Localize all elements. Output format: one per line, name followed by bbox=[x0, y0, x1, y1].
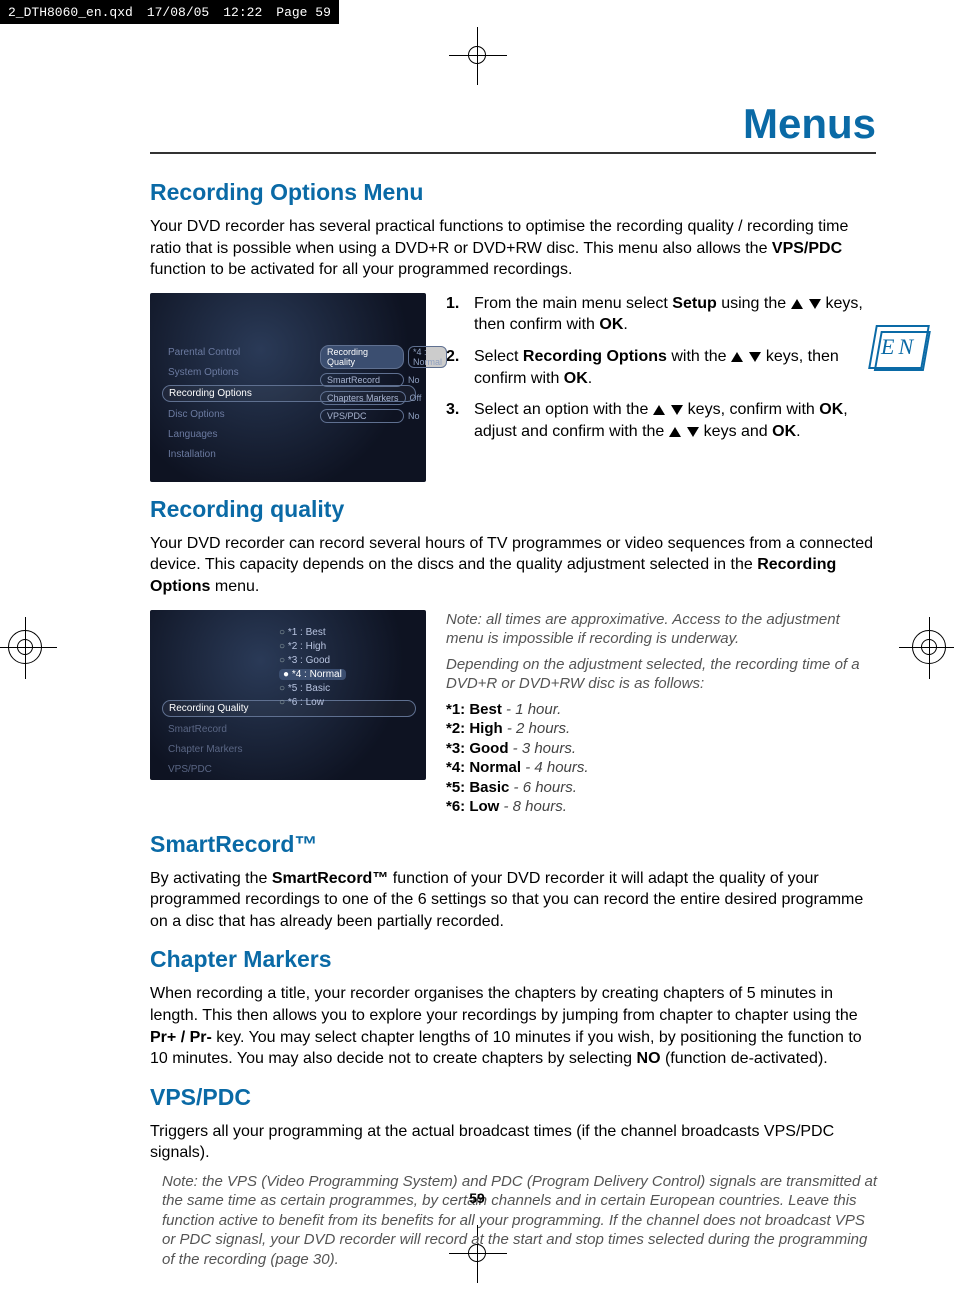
header-page: Page 59 bbox=[276, 5, 331, 20]
arrow-up-icon bbox=[653, 405, 665, 415]
recording-quality-note1: Note: all times are approximative. Acces… bbox=[446, 610, 880, 649]
prepress-header: 2_DTH8060_en.qxd 17/08/05 12:22 Page 59 bbox=[0, 0, 339, 24]
arrow-up-icon bbox=[731, 352, 743, 362]
vps-pdc-heading: VPS/PDC bbox=[150, 1084, 880, 1111]
osd-sub-item: VPS/PDCNo bbox=[320, 409, 447, 423]
quality-level-item: *5: Basic - 6 hours. bbox=[446, 778, 880, 798]
chapter-markers-heading: Chapter Markers bbox=[150, 946, 880, 973]
page-title: Menus bbox=[743, 100, 876, 148]
recording-quality-screenshot: Recording QualitySmartRecordChapter Mark… bbox=[150, 610, 426, 780]
recording-options-menu-heading: Recording Options Menu bbox=[150, 179, 880, 206]
vps-pdc-body: Triggers all your programming at the act… bbox=[150, 1121, 880, 1164]
osd-sub-item: Chapters MarkersOff bbox=[320, 391, 447, 405]
recording-quality-intro: Your DVD recorder can record several hou… bbox=[150, 533, 880, 598]
registration-target-right-icon bbox=[912, 630, 946, 664]
recording-quality-heading: Recording quality bbox=[150, 496, 880, 523]
arrow-down-icon bbox=[671, 405, 683, 415]
osd-menu-item: VPS/PDC bbox=[162, 762, 416, 777]
language-tab-label: EN bbox=[881, 334, 917, 360]
quality-level-item: *1: Best - 1 hour. bbox=[446, 700, 880, 720]
osd-menu-item: Installation bbox=[162, 447, 416, 462]
crop-mark-top-icon bbox=[468, 46, 486, 64]
title-rule bbox=[150, 152, 876, 154]
step-3: 3. Select an option with the keys, confi… bbox=[446, 399, 880, 442]
osd-quality-option: *4 : Normal bbox=[279, 669, 346, 680]
arrow-up-icon bbox=[669, 427, 681, 437]
quality-level-item: *4: Normal - 4 hours. bbox=[446, 758, 880, 778]
quality-level-item: *2: High - 2 hours. bbox=[446, 719, 880, 739]
osd-menu-item: Chapter Markers bbox=[162, 742, 416, 757]
quality-level-item: *3: Good - 3 hours. bbox=[446, 739, 880, 759]
recording-quality-note2: Depending on the adjustment selected, th… bbox=[446, 655, 880, 694]
step-1: 1. From the main menu select Setup using… bbox=[446, 293, 880, 336]
osd-quality-option: *2 : High bbox=[279, 641, 346, 652]
steps-list: 1. From the main menu select Setup using… bbox=[446, 293, 880, 443]
arrow-down-icon bbox=[687, 427, 699, 437]
smartrecord-body: By activating the SmartRecord™ function … bbox=[150, 868, 880, 933]
recording-options-intro: Your DVD recorder has several practical … bbox=[150, 216, 880, 281]
recording-options-screenshot: Parental ControlSystem OptionsRecording … bbox=[150, 293, 426, 482]
osd-menu-item: SmartRecord bbox=[162, 722, 416, 737]
osd-menu-item: Languages bbox=[162, 427, 416, 442]
arrow-down-icon bbox=[749, 352, 761, 362]
osd-quality-option: *1 : Best bbox=[279, 627, 346, 638]
registration-target-left-icon bbox=[8, 630, 42, 664]
osd-quality-option: *3 : Good bbox=[279, 655, 346, 666]
osd-quality-option: *6 : Low bbox=[279, 697, 346, 708]
quality-level-item: *6: Low - 8 hours. bbox=[446, 797, 880, 817]
chapter-markers-body: When recording a title, your recorder or… bbox=[150, 983, 880, 1069]
header-time: 12:22 bbox=[223, 5, 262, 20]
smartrecord-heading: SmartRecord™ bbox=[150, 831, 880, 858]
vps-pdc-note: Note: the VPS (Video Programming System)… bbox=[150, 1172, 880, 1270]
header-date: 17/08/05 bbox=[147, 5, 209, 20]
osd-sub-item: Recording Quality*4 : Normal bbox=[320, 345, 447, 369]
quality-levels-list: *1: Best - 1 hour.*2: High - 2 hours.*3:… bbox=[446, 700, 880, 817]
arrow-down-icon bbox=[809, 299, 821, 309]
osd-sub-item: SmartRecordNo bbox=[320, 373, 447, 387]
header-filename: 2_DTH8060_en.qxd bbox=[8, 5, 133, 20]
osd-quality-option: *5 : Basic bbox=[279, 683, 346, 694]
step-2: 2. Select Recording Options with the key… bbox=[446, 346, 880, 389]
arrow-up-icon bbox=[791, 299, 803, 309]
page-number: 59 bbox=[0, 1190, 954, 1206]
